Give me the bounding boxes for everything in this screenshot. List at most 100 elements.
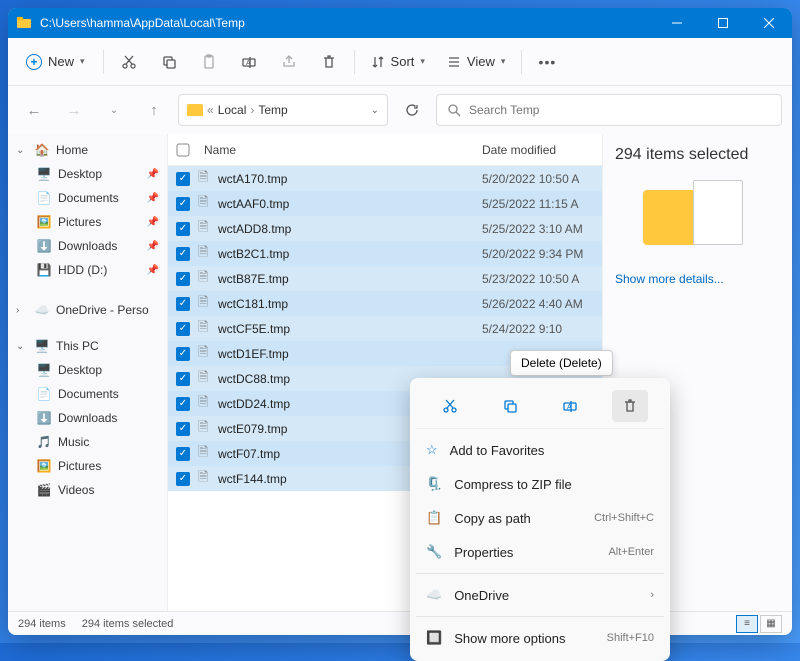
copy-button[interactable] <box>150 44 188 80</box>
file-name: wctADD8.tmp <box>218 222 482 236</box>
sidebar-item-pc-documents[interactable]: 📄Documents <box>8 382 167 406</box>
row-checkbox[interactable]: ✓ <box>168 372 198 386</box>
chevron-down-icon: ▾ <box>420 56 425 67</box>
ctx-copy-button[interactable] <box>492 390 528 422</box>
cut-button[interactable] <box>110 44 148 80</box>
ctx-properties[interactable]: 🔧PropertiesAlt+Enter <box>416 535 664 569</box>
new-button[interactable]: + New ▾ <box>14 48 97 76</box>
row-checkbox[interactable]: ✓ <box>168 447 198 461</box>
ctx-onedrive[interactable]: ☁️OneDrive› <box>416 578 664 612</box>
minimize-button[interactable] <box>654 8 700 38</box>
pin-icon: 📌 <box>147 265 159 276</box>
sidebar-label: Videos <box>58 483 94 497</box>
file-date: 5/20/2022 10:50 A <box>482 172 602 186</box>
chevron-down-icon[interactable]: ⌄ <box>371 105 379 116</box>
forward-button[interactable]: → <box>58 94 90 126</box>
ctx-delete-button[interactable] <box>612 390 648 422</box>
sidebar-label: Home <box>56 143 88 157</box>
sidebar-item-pc-pictures[interactable]: 🖼️Pictures <box>8 454 167 478</box>
search-box[interactable] <box>436 94 782 126</box>
column-headers: Name Date modified <box>168 134 602 166</box>
table-row[interactable]: ✓ 🗎 wctCF5E.tmp 5/24/2022 9:10 <box>168 316 602 341</box>
pin-icon: 📌 <box>147 217 159 228</box>
breadcrumb-local[interactable]: Local <box>218 103 247 117</box>
ctx-label: Show more options <box>454 631 565 646</box>
row-checkbox[interactable]: ✓ <box>168 322 198 336</box>
file-icon: 🗎 <box>198 268 218 290</box>
ctx-cut-button[interactable] <box>432 390 468 422</box>
sidebar-item-desktop[interactable]: 🖥️Desktop📌 <box>8 162 167 186</box>
ctx-compress-zip[interactable]: 🗜️Compress to ZIP file <box>416 467 664 501</box>
documents-icon: 📄 <box>36 190 52 206</box>
maximize-button[interactable] <box>700 8 746 38</box>
table-row[interactable]: ✓ 🗎 wctB2C1.tmp 5/20/2022 9:34 PM <box>168 241 602 266</box>
sort-button[interactable]: Sort ▾ <box>361 48 435 75</box>
ctx-rename-button[interactable]: A <box>552 390 588 422</box>
ctx-show-more[interactable]: 🔲Show more optionsShift+F10 <box>416 621 664 655</box>
table-row[interactable]: ✓ 🗎 wctAAF0.tmp 5/25/2022 11:15 A <box>168 191 602 216</box>
search-input[interactable] <box>469 103 771 117</box>
titlebar[interactable]: C:\Users\hamma\AppData\Local\Temp <box>8 8 792 38</box>
table-row[interactable]: ✓ 🗎 wctADD8.tmp 5/25/2022 3:10 AM <box>168 216 602 241</box>
table-row[interactable]: ✓ 🗎 wctA170.tmp 5/20/2022 10:50 A <box>168 166 602 191</box>
ctx-add-favorites[interactable]: ☆Add to Favorites <box>416 433 664 467</box>
wrench-icon: 🔧 <box>426 544 442 560</box>
ctx-shortcut: Ctrl+Shift+C <box>594 512 654 524</box>
row-checkbox[interactable]: ✓ <box>168 472 198 486</box>
sidebar-item-hdd[interactable]: 💾HDD (D:)📌 <box>8 258 167 282</box>
details-title: 294 items selected <box>615 146 780 164</box>
address-bar[interactable]: « Local › Temp ⌄ <box>178 94 388 126</box>
row-checkbox[interactable]: ✓ <box>168 297 198 311</box>
sidebar-item-pc-videos[interactable]: 🎬Videos <box>8 478 167 502</box>
sidebar-item-pc-desktop[interactable]: 🖥️Desktop <box>8 358 167 382</box>
file-icon: 🗎 <box>198 393 218 415</box>
icons-view-toggle[interactable]: ▦ <box>760 615 782 633</box>
show-more-details-link[interactable]: Show more details... <box>615 272 780 286</box>
paste-button[interactable] <box>190 44 228 80</box>
up-button[interactable]: ↑ <box>138 94 170 126</box>
row-checkbox[interactable]: ✓ <box>168 272 198 286</box>
file-name: wctC181.tmp <box>218 297 482 311</box>
file-name: wctA170.tmp <box>218 172 482 186</box>
ctx-copy-path[interactable]: 📋Copy as pathCtrl+Shift+C <box>416 501 664 535</box>
back-button[interactable]: ← <box>18 94 50 126</box>
column-date[interactable]: Date modified <box>482 143 602 157</box>
row-checkbox[interactable]: ✓ <box>168 222 198 236</box>
table-row[interactable]: ✓ 🗎 wctC181.tmp 5/26/2022 4:40 AM <box>168 291 602 316</box>
sidebar-item-thispc[interactable]: ⌄🖥️This PC <box>8 334 167 358</box>
sidebar-item-pc-downloads[interactable]: ⬇️Downloads <box>8 406 167 430</box>
row-checkbox[interactable]: ✓ <box>168 172 198 186</box>
more-button[interactable]: ••• <box>528 44 566 80</box>
pictures-icon: 🖼️ <box>36 214 52 230</box>
share-button[interactable] <box>270 44 308 80</box>
breadcrumb-prefix: « <box>207 103 214 117</box>
desktop-icon: 🖥️ <box>36 362 52 378</box>
sidebar-item-onedrive[interactable]: ›☁️OneDrive - Perso <box>8 298 167 322</box>
row-checkbox[interactable]: ✓ <box>168 247 198 261</box>
breadcrumb-temp[interactable]: Temp <box>258 103 287 117</box>
sidebar-item-documents[interactable]: 📄Documents📌 <box>8 186 167 210</box>
row-checkbox[interactable]: ✓ <box>168 422 198 436</box>
details-view-toggle[interactable]: ≡ <box>736 615 758 633</box>
rename-button[interactable]: A <box>230 44 268 80</box>
sidebar-item-pictures[interactable]: 🖼️Pictures📌 <box>8 210 167 234</box>
sidebar-item-pc-music[interactable]: 🎵Music <box>8 430 167 454</box>
select-all-checkbox[interactable] <box>168 143 198 157</box>
close-button[interactable] <box>746 8 792 38</box>
row-checkbox[interactable]: ✓ <box>168 397 198 411</box>
table-row[interactable]: ✓ 🗎 wctB87E.tmp 5/23/2022 10:50 A <box>168 266 602 291</box>
view-button[interactable]: View ▾ <box>437 48 515 75</box>
sidebar-label: Documents <box>58 387 119 401</box>
sidebar-item-downloads[interactable]: ⬇️Downloads📌 <box>8 234 167 258</box>
copy-path-icon: 📋 <box>426 510 442 526</box>
delete-button[interactable] <box>310 44 348 80</box>
refresh-button[interactable] <box>396 94 428 126</box>
sidebar-item-home[interactable]: ⌄🏠Home <box>8 138 167 162</box>
file-icon: 🗎 <box>198 318 218 340</box>
column-name[interactable]: Name <box>198 143 482 157</box>
row-checkbox[interactable]: ✓ <box>168 347 198 361</box>
sort-icon <box>371 55 385 69</box>
row-checkbox[interactable]: ✓ <box>168 197 198 211</box>
downloads-icon: ⬇️ <box>36 410 52 426</box>
recent-button[interactable]: ⌄ <box>98 94 130 126</box>
